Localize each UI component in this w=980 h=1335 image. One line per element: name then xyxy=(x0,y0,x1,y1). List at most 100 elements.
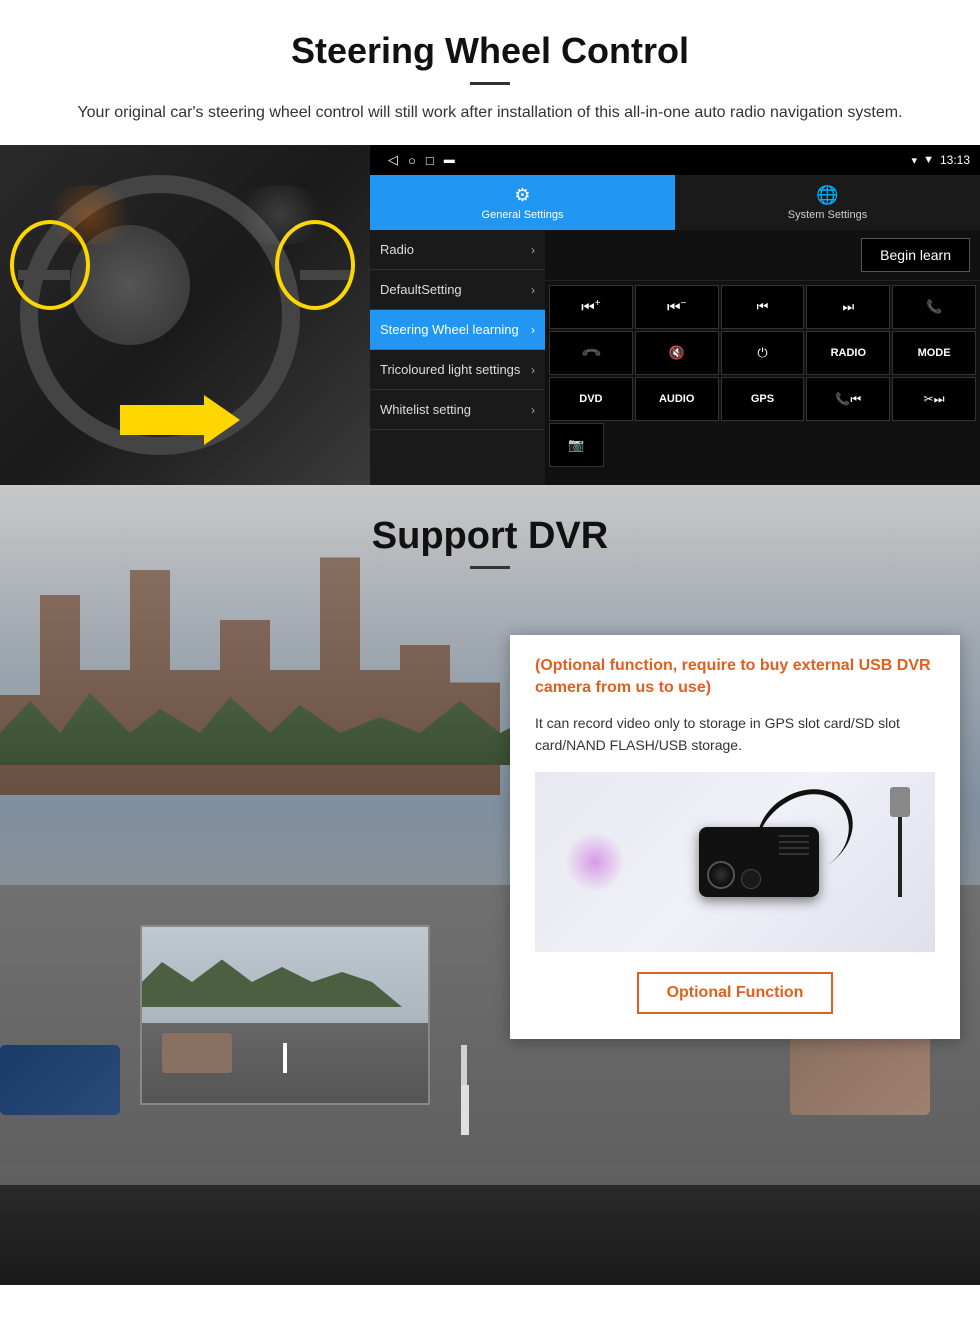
ctrl-btn-power[interactable]: ⏻ xyxy=(721,331,805,375)
ctrl-btn-mute[interactable]: 🔇 xyxy=(635,331,719,375)
optional-function-container: Optional Function xyxy=(535,967,935,1014)
ctrl-btn-call-prev[interactable]: 📞⏮ xyxy=(806,377,890,421)
prev-icon: ⏮ xyxy=(757,299,769,315)
dvr-info-box: (Optional function, require to buy exter… xyxy=(510,635,960,1039)
ctrl-btn-call[interactable]: 📞 xyxy=(892,285,976,329)
steering-demo-block: ◁ ○ □ ▬ ▾ ▼ 13:13 ⚙ General Settings 🌐 S… xyxy=(0,145,980,485)
gps-label: GPS xyxy=(751,393,774,405)
car-left xyxy=(0,1045,120,1115)
menu-default-label: DefaultSetting xyxy=(380,282,462,297)
dvd-label: DVD xyxy=(579,393,602,405)
dvr-inset-photo xyxy=(140,925,430,1105)
road-line-1 xyxy=(461,1045,467,1085)
tab-system-label: System Settings xyxy=(788,209,867,221)
tab-general-settings[interactable]: ⚙ General Settings xyxy=(370,175,675,230)
dvr-section: Support DVR (Optional function, require … xyxy=(0,485,980,1285)
cut-next-icon: ✂⏭ xyxy=(924,392,945,407)
back-icon: ◁ xyxy=(388,152,398,168)
ctrl-btn-mode[interactable]: MODE xyxy=(892,331,976,375)
statusbar-time: 13:13 xyxy=(940,153,970,167)
dvr-description: It can record video only to storage in G… xyxy=(535,712,935,757)
call-prev-icon: 📞⏮ xyxy=(835,392,861,407)
steering-section: Steering Wheel Control Your original car… xyxy=(0,0,980,125)
mode-label: MODE xyxy=(918,347,951,359)
statusbar-nav-icons: ◁ ○ □ ▬ xyxy=(388,152,455,168)
menu-icon: ▬ xyxy=(444,154,455,166)
signal-icon: ▼ xyxy=(923,154,934,166)
mute-icon: 🔇 xyxy=(669,345,685,361)
inset-road-line xyxy=(283,1043,287,1073)
menu-radio-label: Radio xyxy=(380,242,414,257)
car-dashboard-area xyxy=(0,1185,980,1285)
ctrl-btn-radio[interactable]: RADIO xyxy=(806,331,890,375)
tab-system-settings[interactable]: 🌐 System Settings xyxy=(675,175,980,230)
radio-label: RADIO xyxy=(831,347,866,359)
inset-car xyxy=(162,1033,232,1073)
chevron-icon-radio: › xyxy=(531,243,535,257)
ctrl-btn-camera[interactable]: 📷 xyxy=(549,423,604,467)
road-line-2 xyxy=(461,1085,469,1135)
dvr-camera-lens-main xyxy=(707,861,735,889)
menu-item-radio[interactable]: Radio › xyxy=(370,230,545,270)
ctrl-btn-vol-down[interactable]: ⏮− xyxy=(635,285,719,329)
settings-menu: Radio › DefaultSetting › Steering Wheel … xyxy=(370,230,545,485)
chevron-icon-steering: › xyxy=(531,323,535,337)
android-panel: ◁ ○ □ ▬ ▾ ▼ 13:13 ⚙ General Settings 🌐 S… xyxy=(370,145,980,485)
ctrl-row-2: 📞 🔇 ⏻ RADIO MODE xyxy=(549,331,976,375)
ctrl-btn-hangup[interactable]: 📞 xyxy=(549,331,633,375)
menu-whitelist-label: Whitelist setting xyxy=(380,402,471,417)
ctrl-row-1: ⏮+ ⏮− ⏮ ⏭ 📞 xyxy=(549,285,976,329)
next-icon: ⏭ xyxy=(842,299,854,315)
ctrl-row-3: DVD AUDIO GPS 📞⏮ ✂⏭ xyxy=(549,377,976,421)
dvr-title-area: Support DVR xyxy=(0,485,980,589)
android-tabs: ⚙ General Settings 🌐 System Settings xyxy=(370,175,980,230)
menu-item-tricoloured[interactable]: Tricoloured light settings › xyxy=(370,350,545,390)
vol-up-icon: ⏮+ xyxy=(581,298,600,316)
ctrl-btn-gps[interactable]: GPS xyxy=(721,377,805,421)
steering-wheel-image xyxy=(0,145,370,485)
hangup-icon: 📞 xyxy=(580,342,603,365)
control-buttons-grid: ⏮+ ⏮− ⏮ ⏭ 📞 📞 🔇 ⏻ RADIO MODE xyxy=(545,281,980,471)
menu-tricoloured-label: Tricoloured light settings xyxy=(380,362,520,377)
usb-plug xyxy=(890,787,910,817)
ctrl-btn-next[interactable]: ⏭ xyxy=(806,285,890,329)
recents-icon: □ xyxy=(426,153,434,168)
system-settings-icon: 🌐 xyxy=(816,185,838,206)
controls-panel: Begin learn ⏮+ ⏮− ⏮ ⏭ 📞 📞 🔇 xyxy=(545,230,980,485)
dvr-title: Support DVR xyxy=(0,515,980,558)
home-icon: ○ xyxy=(408,153,416,168)
chevron-icon-tricoloured: › xyxy=(531,363,535,377)
general-settings-icon: ⚙ xyxy=(514,185,530,206)
android-body: Radio › DefaultSetting › Steering Wheel … xyxy=(370,230,980,485)
menu-item-steering-wheel[interactable]: Steering Wheel learning › xyxy=(370,310,545,350)
steering-title: Steering Wheel Control xyxy=(40,30,940,72)
chevron-icon-default: › xyxy=(531,283,535,297)
ctrl-row-4: 📷 xyxy=(549,423,976,467)
vol-down-icon: ⏮− xyxy=(667,298,686,316)
dvr-camera-image-area xyxy=(535,772,935,952)
power-icon: ⏻ xyxy=(757,345,767,361)
ctrl-btn-audio[interactable]: AUDIO xyxy=(635,377,719,421)
menu-item-whitelist[interactable]: Whitelist setting › xyxy=(370,390,545,430)
instrument-glow-right xyxy=(230,185,330,245)
camera-icon: 📷 xyxy=(568,437,584,453)
begin-learn-row: Begin learn xyxy=(545,230,980,281)
usb-connector-area xyxy=(890,787,910,897)
dvr-camera-lens-secondary xyxy=(741,869,761,889)
ctrl-btn-dvd[interactable]: DVD xyxy=(549,377,633,421)
ctrl-btn-prev[interactable]: ⏮ xyxy=(721,285,805,329)
menu-steering-label: Steering Wheel learning xyxy=(380,322,519,337)
call-icon: 📞 xyxy=(926,299,942,315)
title-divider xyxy=(470,82,510,85)
optional-function-button[interactable]: Optional Function xyxy=(637,972,834,1014)
begin-learn-button[interactable]: Begin learn xyxy=(861,238,970,272)
ctrl-btn-vol-up[interactable]: ⏮+ xyxy=(549,285,633,329)
ctrl-btn-cut-next[interactable]: ✂⏭ xyxy=(892,377,976,421)
dvr-optional-text: (Optional function, require to buy exter… xyxy=(535,655,935,700)
menu-item-defaultsetting[interactable]: DefaultSetting › xyxy=(370,270,545,310)
instrument-glow-left xyxy=(40,185,140,245)
chevron-icon-whitelist: › xyxy=(531,403,535,417)
tab-general-label: General Settings xyxy=(482,209,564,221)
steering-subtitle: Your original car's steering wheel contr… xyxy=(40,101,940,125)
android-statusbar: ◁ ○ □ ▬ ▾ ▼ 13:13 xyxy=(370,145,980,175)
